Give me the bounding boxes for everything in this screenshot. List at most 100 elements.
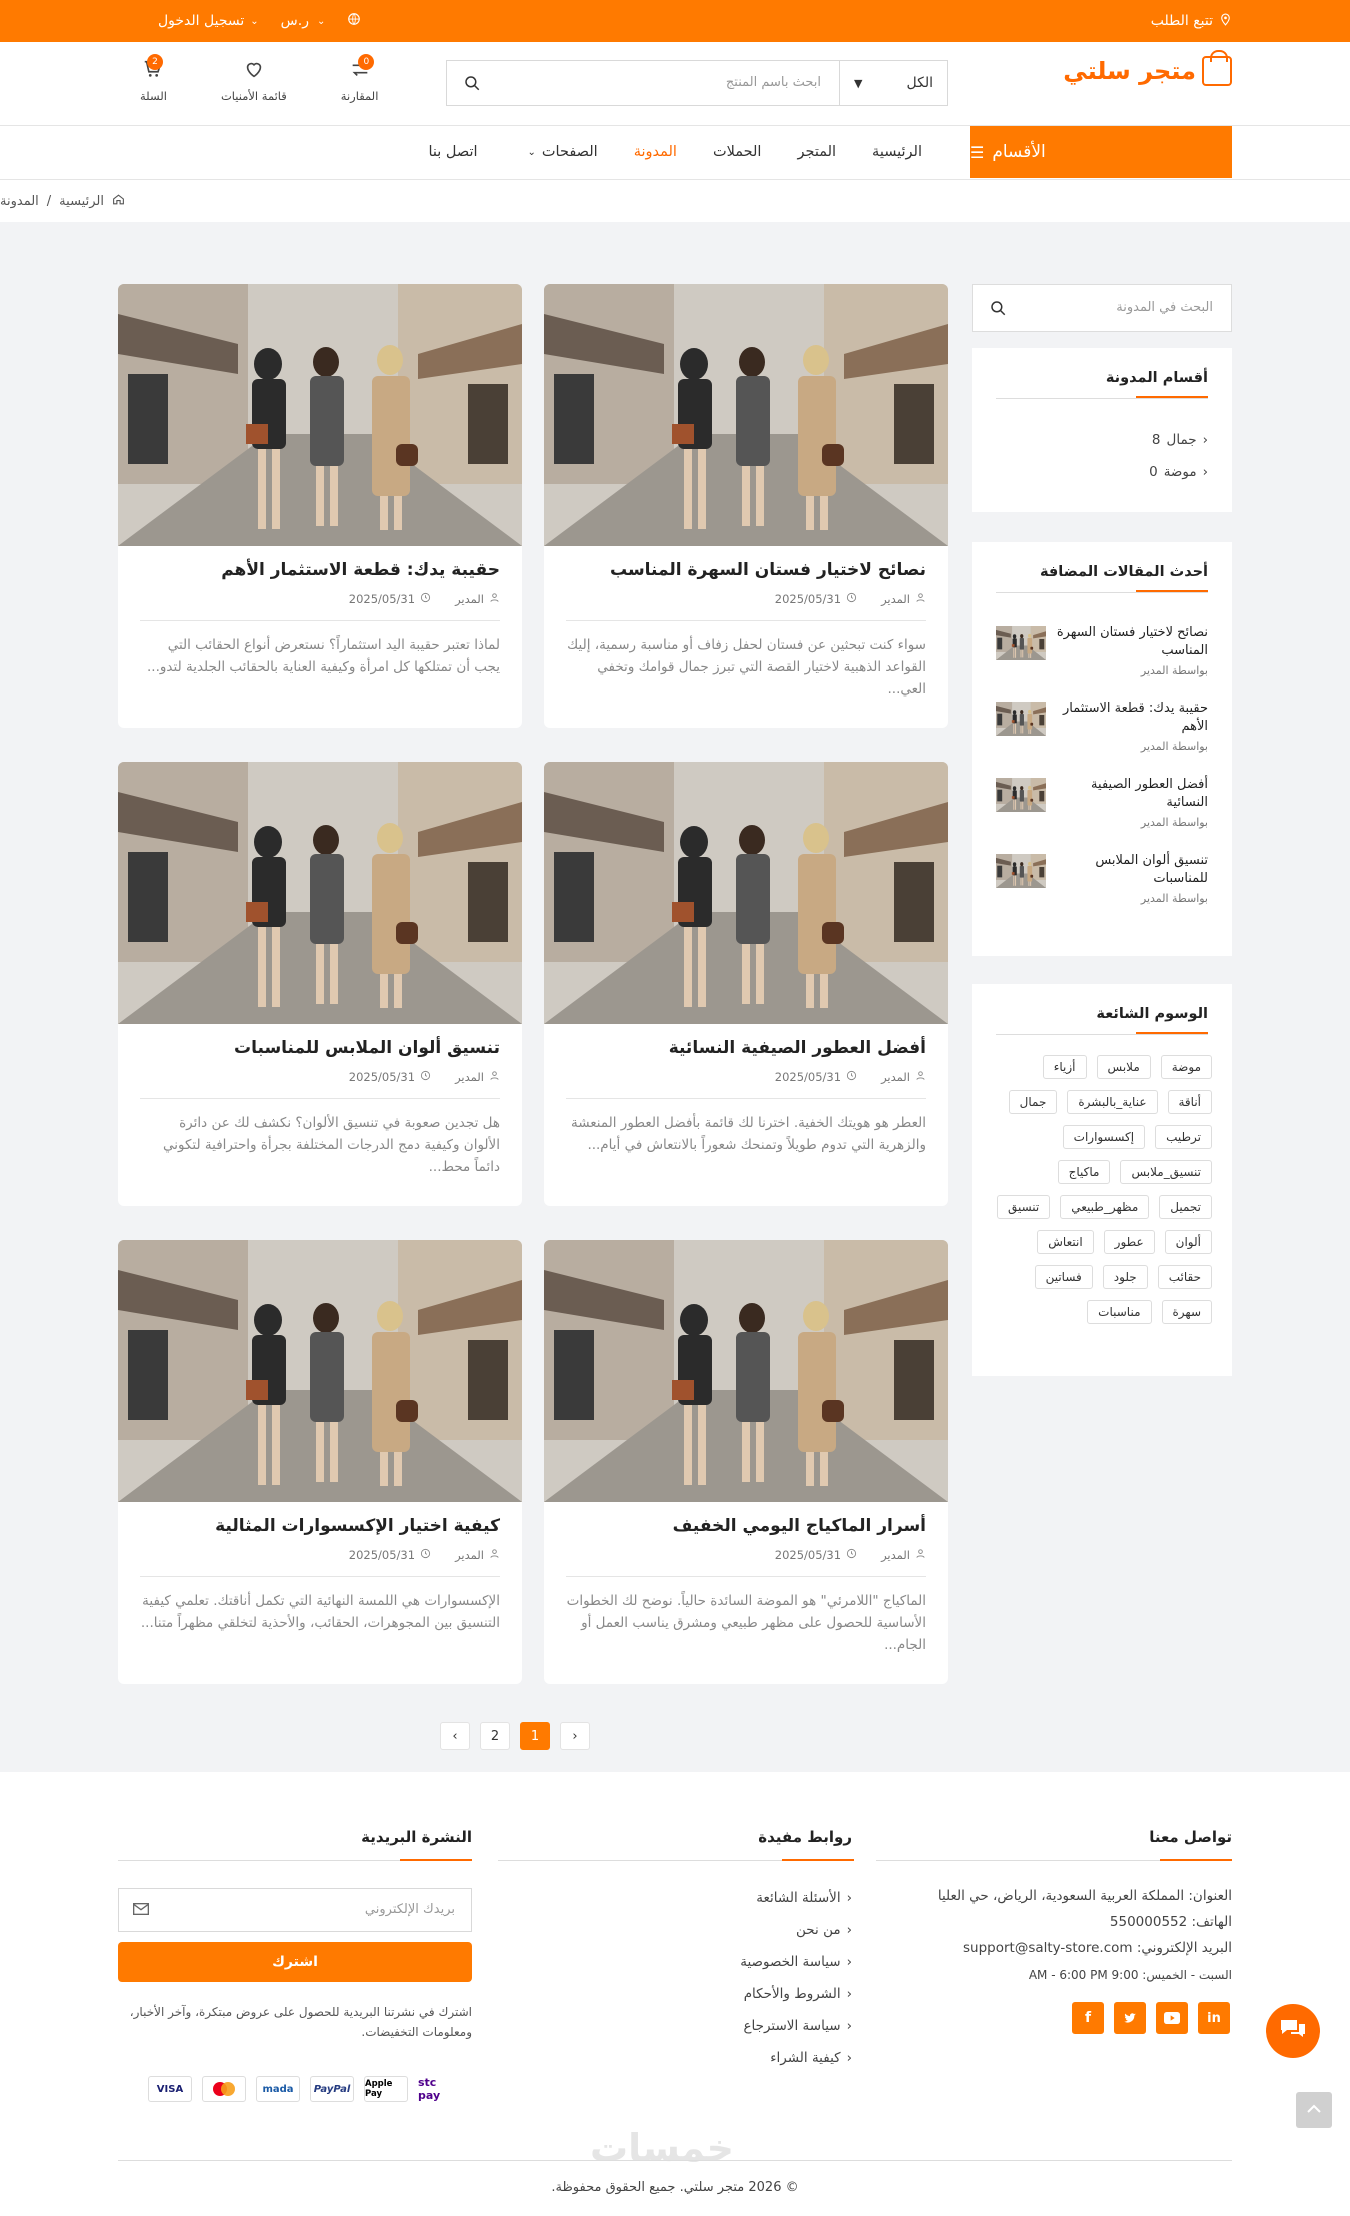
blog-post-image[interactable]	[544, 762, 948, 1024]
breadcrumb-home-link[interactable]: الرئيسية	[59, 194, 104, 209]
blog-post-card[interactable]: نصائح لاختيار فستان السهرة المناسب المدير…	[544, 284, 948, 728]
tag-chip[interactable]: ماكياج	[1057, 1160, 1111, 1184]
newsletter-placeholder: بريدك الإلكتروني	[364, 1902, 455, 1917]
language-selector[interactable]	[347, 12, 361, 30]
footer-link-label: سياسة الاسترجاع	[743, 2018, 841, 2034]
blog-post-title[interactable]: أسرار الماكياج اليومي الخفيف	[673, 1516, 926, 1536]
footer-link[interactable]: ‹ سياسة الاسترجاع	[743, 2018, 852, 2034]
nav-campaigns[interactable]: الحملات	[713, 144, 762, 160]
pagination-prev[interactable]: ‹	[440, 1722, 470, 1750]
recent-post-item[interactable]: حقيبة يدك: قطعة الاستثمار الأهم بواسطة ال…	[996, 700, 1208, 760]
nav-home[interactable]: الرئيسية	[872, 144, 922, 160]
tag-chip[interactable]: حقائب	[1157, 1265, 1212, 1289]
apple-pay-logo: Apple Pay	[364, 2076, 408, 2102]
footer-link[interactable]: ‹ الشروط والأحكام	[744, 1986, 852, 2002]
tag-chip[interactable]: ملابس	[1096, 1055, 1151, 1079]
blog-post-image[interactable]	[118, 762, 522, 1024]
linkedin-icon[interactable]: in	[1198, 2002, 1230, 2034]
blog-post-title[interactable]: حقيبة يدك: قطعة الاستثمار الأهم	[221, 560, 500, 580]
tag-chip[interactable]: انتعاش	[1037, 1230, 1094, 1254]
compare-count-badge: 0	[358, 54, 375, 70]
recent-post-item[interactable]: تنسيق ألوان الملابس للمناسبات بواسطة المد…	[996, 852, 1208, 912]
blog-post-card[interactable]: تنسيق ألوان الملابس للمناسبات المدير 2025/…	[118, 762, 522, 1206]
wishlist-button[interactable]: قائمة الأمنيات	[221, 58, 287, 103]
category-item[interactable]: ‹ جمال 8	[1152, 432, 1208, 448]
blog-post-card[interactable]: أفضل العطور الصيفية النسائية المدير 2025/0…	[544, 762, 948, 1206]
blog-post-title[interactable]: كيفية اختيار الإكسسوارات المثالية	[215, 1516, 500, 1536]
nav-shop[interactable]: المتجر	[797, 144, 836, 160]
chevron-left-icon: ‹	[846, 1954, 852, 1970]
blog-post-image[interactable]	[118, 284, 522, 546]
footer-link[interactable]: ‹ الأسئلة الشائعة	[756, 1890, 852, 1906]
tag-chip[interactable]: ترطيب	[1155, 1125, 1212, 1149]
blog-post-title[interactable]: نصائح لاختيار فستان السهرة المناسب	[610, 560, 926, 580]
tag-chip[interactable]: تنسيق	[996, 1195, 1051, 1219]
footer-link[interactable]: ‹ سياسة الخصوصية	[740, 1954, 852, 1970]
category-name: جمال	[1166, 432, 1197, 448]
blog-post-image[interactable]	[118, 1240, 522, 1502]
tag-chip[interactable]: إكسسوارات	[1062, 1125, 1146, 1149]
blog-post-meta: المدير 2025/05/31	[775, 1070, 926, 1084]
tag-chip[interactable]: تجميل	[1159, 1195, 1212, 1219]
cart-button[interactable]: 2 السلة	[140, 54, 167, 103]
tag-chip[interactable]: أناقة	[1167, 1090, 1212, 1114]
blog-post-card[interactable]: أسرار الماكياج اليومي الخفيف المدير 2025/0…	[544, 1240, 948, 1684]
youtube-icon[interactable]	[1156, 2002, 1188, 2034]
tag-chip[interactable]: ألوان	[1164, 1230, 1212, 1254]
subscribe-button[interactable]: اشترك	[118, 1942, 472, 1982]
recent-post-item[interactable]: أفضل العطور الصيفية النسائية بواسطة المدي…	[996, 776, 1208, 836]
site-logo[interactable]: متجر سلتي	[1063, 50, 1232, 86]
category-item[interactable]: ‹ موضة 0	[1149, 464, 1208, 480]
compare-button[interactable]: 0 المقارنة	[340, 54, 379, 103]
tag-chip[interactable]: سهرة	[1161, 1300, 1212, 1324]
blog-search-input[interactable]: البحث في المدونة	[1116, 300, 1213, 315]
blog-post-image[interactable]	[544, 284, 948, 546]
tag-chip[interactable]: عناية_بالبشرة	[1067, 1090, 1158, 1114]
search-icon[interactable]	[989, 299, 1007, 321]
tag-chip[interactable]: موضة	[1160, 1055, 1212, 1079]
tag-chip[interactable]: مظهر_طبيعي	[1060, 1195, 1150, 1219]
back-to-top-button[interactable]	[1296, 2092, 1332, 2128]
search-category-select[interactable]: الكل ▼	[839, 61, 947, 105]
tag-chip[interactable]: جمال	[1008, 1090, 1058, 1114]
recent-post-item[interactable]: نصائح لاختيار فستان السهرة المناسب بواسطة…	[996, 624, 1208, 684]
top-bar: تتبع الطلب ⌄ ر.س ⌄ تسجيل الدخول	[0, 0, 1350, 42]
blog-post-title[interactable]: تنسيق ألوان الملابس للمناسبات	[234, 1038, 500, 1058]
search-category-value: الكل	[906, 75, 934, 91]
currency-selector[interactable]: ⌄ ر.س	[281, 13, 326, 29]
nav-pages[interactable]: الصفحات ⌄	[528, 144, 598, 160]
facebook-icon[interactable]: f	[1072, 2002, 1104, 2034]
footer-email[interactable]: البريد الإلكتروني: support@salty-store.c…	[963, 1940, 1232, 1956]
login-link[interactable]: ⌄ تسجيل الدخول	[158, 13, 259, 29]
tag-chip[interactable]: تنسيق_ملابس	[1120, 1160, 1212, 1184]
footer-link[interactable]: ‹ كيفية الشراء	[770, 2050, 852, 2066]
blog-post-title[interactable]: أفضل العطور الصيفية النسائية	[669, 1038, 926, 1058]
tag-chip[interactable]: أزياء	[1042, 1055, 1087, 1079]
tag-chip[interactable]: مناسبات	[1087, 1300, 1152, 1324]
search-input[interactable]: ابحث باسم المنتج	[726, 75, 821, 90]
newsletter-email-field[interactable]: بريدك الإلكتروني	[118, 1888, 472, 1932]
footer-contact-title: تواصل معنا	[1149, 1828, 1232, 1846]
blog-post-image[interactable]	[544, 1240, 948, 1502]
search-icon[interactable]	[463, 74, 481, 96]
track-order-link[interactable]: تتبع الطلب	[1151, 0, 1232, 42]
compare-label: المقارنة	[340, 89, 379, 103]
twitter-icon[interactable]	[1114, 2002, 1146, 2034]
blog-categories-widget: أقسام المدونة ‹ جمال 8 ‹ موضة 0	[972, 348, 1232, 512]
tag-chip[interactable]: جلود	[1102, 1265, 1148, 1289]
chat-button[interactable]	[1266, 2004, 1320, 2058]
clock-icon	[846, 1548, 857, 1562]
blog-post-card[interactable]: كيفية اختيار الإكسسوارات المثالية المدير 2…	[118, 1240, 522, 1684]
pagination-page-1[interactable]: 1	[520, 1722, 550, 1750]
post-date-value: 2025/05/31	[348, 1070, 416, 1084]
clock-icon	[420, 1070, 431, 1084]
blog-post-card[interactable]: حقيبة يدك: قطعة الاستثمار الأهم المدير 202…	[118, 284, 522, 728]
nav-blog[interactable]: المدونة	[634, 144, 677, 160]
tag-chip[interactable]: عطور	[1103, 1230, 1155, 1254]
footer-link[interactable]: ‹ من نحن	[796, 1922, 852, 1938]
tag-chip[interactable]: فساتين	[1034, 1265, 1093, 1289]
categories-menu-button[interactable]: الأقسام ☰	[970, 126, 1232, 178]
pagination-next[interactable]: ›	[560, 1722, 590, 1750]
nav-contact[interactable]: اتصل بنا	[428, 144, 477, 160]
pagination-page-2[interactable]: 2	[480, 1722, 510, 1750]
